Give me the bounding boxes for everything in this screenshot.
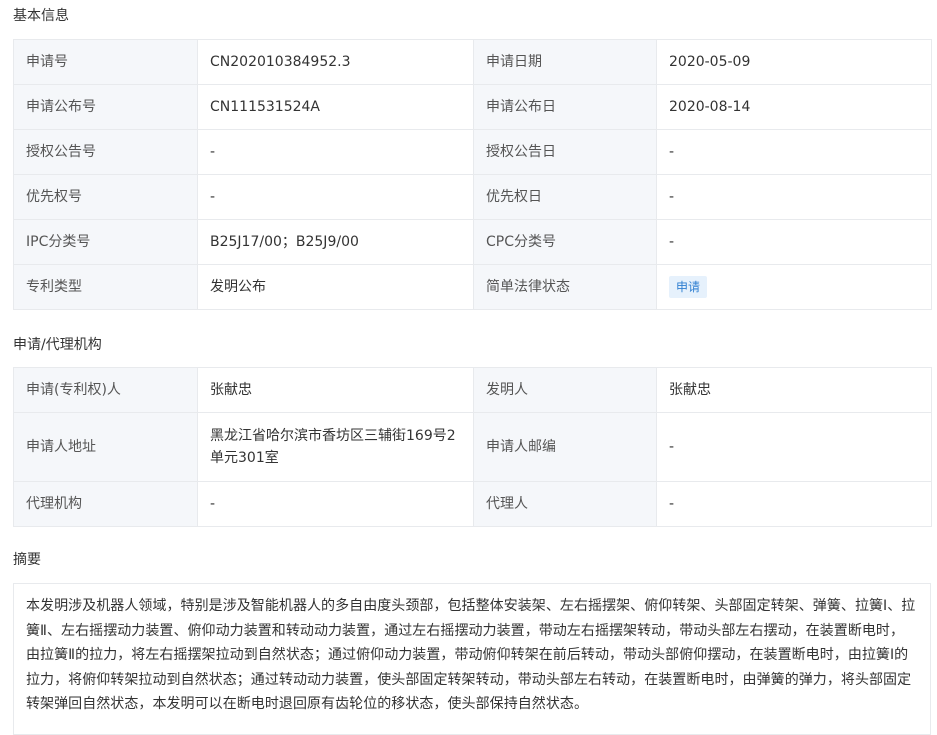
field-label: 申请号 <box>13 39 198 85</box>
legal-status-cell: 申请 <box>656 264 932 310</box>
field-label: 代理人 <box>473 481 657 527</box>
applicant: 张献忠 <box>197 367 474 413</box>
inventor: 张献忠 <box>656 367 932 413</box>
field-label: 专利类型 <box>13 264 198 310</box>
grant-date: - <box>656 129 932 175</box>
legal-status-badge: 申请 <box>669 276 708 298</box>
field-label: 授权公告日 <box>473 129 657 175</box>
table-row: 代理机构 - 代理人 - <box>13 481 932 527</box>
field-label: 授权公告号 <box>13 129 198 175</box>
field-label: IPC分类号 <box>13 219 198 265</box>
application-date: 2020-05-09 <box>656 39 932 85</box>
field-label: 申请(专利权)人 <box>13 367 198 413</box>
agency-title: 申请/代理机构 <box>13 337 102 353</box>
abstract-text: 本发明涉及机器人领域，特别是涉及智能机器人的多自由度头颈部，包括整体安装架、左右… <box>13 583 931 735</box>
field-label: 优先权日 <box>473 174 657 220</box>
agency-table: 申请(专利权)人 张献忠 发明人 张献忠 申请人地址 黑龙江省哈尔滨市香坊区三辅… <box>13 367 932 527</box>
field-label: 申请日期 <box>473 39 657 85</box>
field-label: 申请人邮编 <box>473 412 657 482</box>
field-label: 申请公布日 <box>473 84 657 130</box>
table-row: 专利类型 发明公布 简单法律状态 申请 <box>13 264 932 310</box>
basic-info-title: 基本信息 <box>13 8 69 24</box>
basic-info-table: 申请号 CN202010384952.3 申请日期 2020-05-09 申请公… <box>13 39 932 310</box>
table-row: 优先权号 - 优先权日 - <box>13 174 932 220</box>
table-row: 申请(专利权)人 张献忠 发明人 张献忠 <box>13 367 932 413</box>
publication-date: 2020-08-14 <box>656 84 932 130</box>
patent-type: 发明公布 <box>197 264 474 310</box>
field-label: 申请人地址 <box>13 412 198 482</box>
field-label: 优先权号 <box>13 174 198 220</box>
publication-number: CN111531524A <box>197 84 474 130</box>
grant-number: - <box>197 129 474 175</box>
table-row: 申请号 CN202010384952.3 申请日期 2020-05-09 <box>13 39 932 85</box>
ipc-classification: B25J17/00；B25J9/00 <box>197 219 474 265</box>
priority-date: - <box>656 174 932 220</box>
agent: - <box>656 481 932 527</box>
table-row: IPC分类号 B25J17/00；B25J9/00 CPC分类号 - <box>13 219 932 265</box>
field-label: 发明人 <box>473 367 657 413</box>
table-row: 授权公告号 - 授权公告日 - <box>13 129 932 175</box>
table-row: 申请公布号 CN111531524A 申请公布日 2020-08-14 <box>13 84 932 130</box>
priority-number: - <box>197 174 474 220</box>
application-number: CN202010384952.3 <box>197 39 474 85</box>
table-row: 申请人地址 黑龙江省哈尔滨市香坊区三辅街169号2单元301室 申请人邮编 - <box>13 412 932 482</box>
applicant-address: 黑龙江省哈尔滨市香坊区三辅街169号2单元301室 <box>197 412 474 482</box>
abstract-title: 摘要 <box>13 552 41 568</box>
field-label: CPC分类号 <box>473 219 657 265</box>
cpc-classification: - <box>656 219 932 265</box>
field-label: 申请公布号 <box>13 84 198 130</box>
field-label: 简单法律状态 <box>473 264 657 310</box>
applicant-postcode: - <box>656 412 932 482</box>
field-label: 代理机构 <box>13 481 198 527</box>
agency: - <box>197 481 474 527</box>
